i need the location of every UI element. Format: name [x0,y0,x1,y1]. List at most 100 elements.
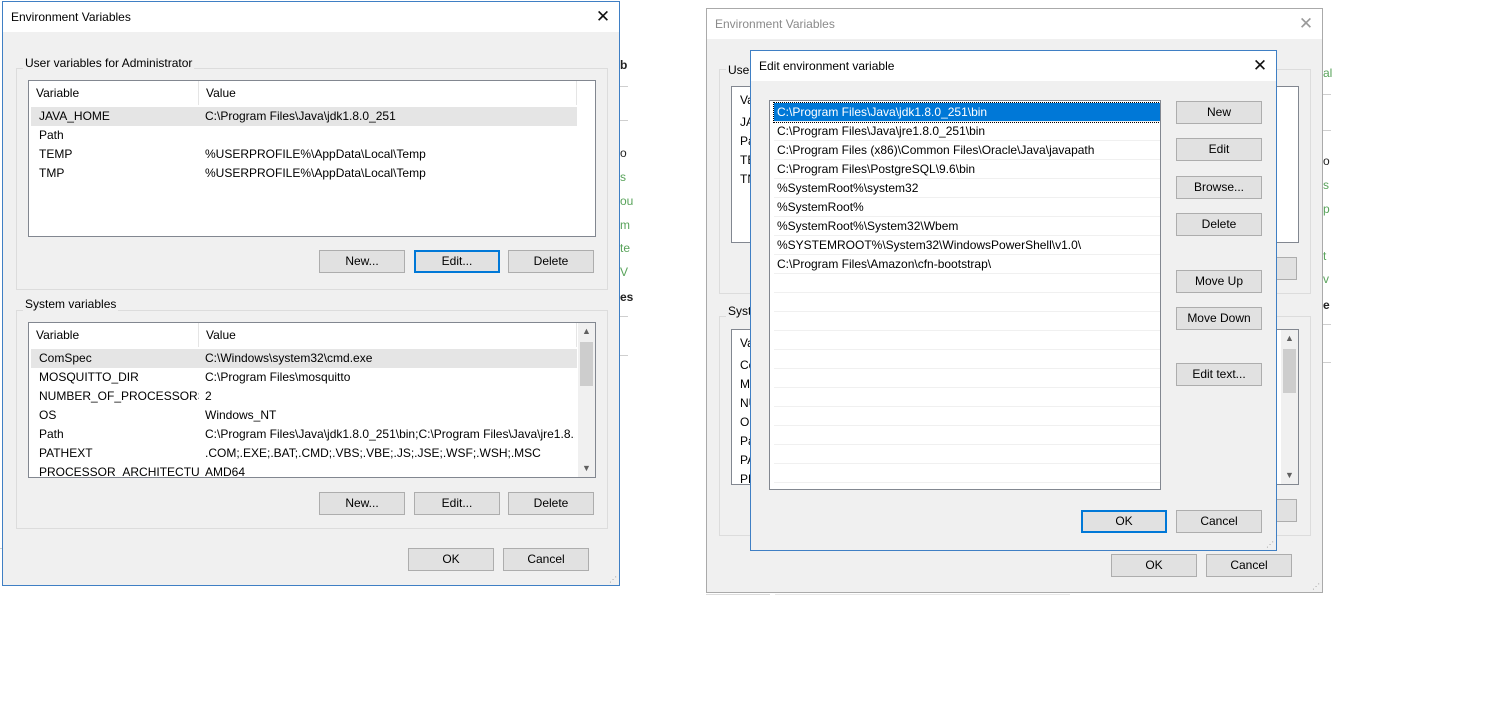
resize-grip-icon[interactable]: ⋰ [1312,582,1320,591]
empty-list-item[interactable] [774,388,1160,407]
bg-text: e [1323,298,1330,312]
close-icon[interactable]: ✕ [587,2,619,32]
column-header-value[interactable]: Value [199,323,577,347]
cancel-button[interactable]: Cancel [503,548,589,571]
path-entries-list[interactable]: C:\Program Files\Java\jdk1.8.0_251\bin C… [769,100,1161,490]
variable-name: JAVA_HOME [39,109,110,123]
list-item[interactable]: C:\Program Files (x86)\Common Files\Orac… [774,141,1160,160]
bg-divider [620,120,628,121]
scroll-up-arrow-icon[interactable]: ▲ [1281,330,1298,347]
scroll-down-arrow-icon[interactable]: ▼ [1281,467,1298,484]
bg-text: es [620,290,634,304]
empty-list-item[interactable] [774,426,1160,445]
cancel-button[interactable]: Cancel [1206,554,1292,577]
user-variables-list[interactable]: Variable Value JAVA_HOME C:\Program File… [28,80,596,237]
variable-value: C:\Program Files\mosquitto [205,370,351,384]
empty-list-item[interactable] [774,445,1160,464]
browse-button[interactable]: Browse... [1176,176,1262,199]
list-item[interactable]: %SystemRoot% [774,198,1160,217]
vertical-scrollbar[interactable]: ▲ ▼ [1281,330,1298,484]
variable-name: NUMBER_OF_PROCESSORS [39,389,199,403]
empty-list-item[interactable] [774,274,1160,293]
column-header-value[interactable]: Value [199,81,577,105]
environment-variables-dialog: Environment Variables ✕ User variables f… [2,1,620,586]
cancel-button[interactable]: Cancel [1176,510,1262,533]
table-row[interactable]: TMP %USERPROFILE%\AppData\Local\Temp [31,164,577,183]
variable-name: PROCESSOR_ARCHITECTURE [39,465,199,478]
edit-text-button[interactable]: Edit text... [1176,363,1262,386]
list-item[interactable]: %SYSTEMROOT%\System32\WindowsPowerShell\… [774,236,1160,255]
system-new-button[interactable]: New... [319,492,405,515]
user-variables-label: User variables for Administrator [23,56,195,70]
ok-button[interactable]: OK [1081,510,1167,533]
empty-list-item[interactable] [774,293,1160,312]
table-row[interactable]: Path [31,126,577,145]
bg-divider [1323,130,1331,131]
scroll-up-arrow-icon[interactable]: ▲ [578,323,595,340]
resize-grip-icon[interactable]: ⋰ [609,575,617,584]
list-item[interactable]: C:\Program Files\Amazon\cfn-bootstrap\ [774,255,1160,274]
variable-value: 2 [205,389,212,403]
table-row[interactable]: JAVA_HOME C:\Program Files\Java\jdk1.8.0… [31,107,577,126]
move-down-button[interactable]: Move Down [1176,307,1262,330]
bg-divider [706,594,770,595]
bg-text: b [620,58,628,72]
user-edit-button[interactable]: Edit... [414,250,500,273]
list-item[interactable]: %SystemRoot%\System32\Wbem [774,217,1160,236]
variable-value: C:\Program Files\Java\jdk1.8.0_251\bin;C… [205,427,575,441]
resize-grip-icon[interactable]: ⋰ [1266,540,1274,549]
empty-list-item[interactable] [774,312,1160,331]
table-row[interactable]: PATHEXT .COM;.EXE;.BAT;.CMD;.VBS;.VBE;.J… [31,444,577,463]
variable-name: TEMP [39,147,73,161]
dialog-title: Environment Variables [715,17,835,31]
empty-list-item[interactable] [774,331,1160,350]
column-header-variable[interactable]: Variable [29,323,199,347]
table-row[interactable]: ComSpec C:\Windows\system32\cmd.exe [31,349,577,368]
scroll-thumb[interactable] [580,342,593,386]
bg-text: p [1323,202,1330,216]
table-row[interactable]: Path C:\Program Files\Java\jdk1.8.0_251\… [31,425,577,444]
column-header-variable[interactable]: Variable [29,81,199,105]
list-header: Variable Value [29,323,595,347]
variable-name: Path [39,128,64,142]
close-icon[interactable]: ✕ [1244,51,1276,81]
bg-divider [620,86,628,87]
variable-name: M [740,377,750,391]
table-row[interactable]: OS Windows_NT [31,406,577,425]
dialog-title: Environment Variables [11,10,131,24]
bg-divider [620,316,628,317]
ok-button[interactable]: OK [408,548,494,571]
variable-value: %USERPROFILE%\AppData\Local\Temp [205,147,426,161]
new-button[interactable]: New [1176,101,1262,124]
ok-button[interactable]: OK [1111,554,1197,577]
variable-name: OS [39,408,57,422]
user-delete-button[interactable]: Delete [508,250,594,273]
table-row[interactable]: NUMBER_OF_PROCESSORS 2 [31,387,577,406]
empty-list-item[interactable] [774,369,1160,388]
table-row[interactable]: PROCESSOR_ARCHITECTURE AMD64 [31,463,577,478]
scroll-down-arrow-icon[interactable]: ▼ [578,460,595,477]
user-new-button[interactable]: New... [319,250,405,273]
bg-text: o [1323,154,1330,168]
system-delete-button[interactable]: Delete [508,492,594,515]
edit-environment-variable-dialog: Edit environment variable ✕ C:\Program F… [750,50,1277,551]
bg-divider [1323,94,1331,95]
list-item[interactable]: C:\Program Files\Java\jre1.8.0_251\bin [774,122,1160,141]
list-item[interactable]: C:\Program Files\PostgreSQL\9.6\bin [774,160,1160,179]
empty-list-item[interactable] [774,350,1160,369]
variable-value: C:\Windows\system32\cmd.exe [205,351,373,365]
vertical-scrollbar[interactable]: ▲ ▼ [578,323,595,477]
table-row[interactable]: TEMP %USERPROFILE%\AppData\Local\Temp [31,145,577,164]
move-up-button[interactable]: Move Up [1176,270,1262,293]
system-variables-list[interactable]: Variable Value ComSpec C:\Windows\system… [28,322,596,478]
table-row[interactable]: MOSQUITTO_DIR C:\Program Files\mosquitto [31,368,577,387]
list-item[interactable]: %SystemRoot%\system32 [774,179,1160,198]
close-icon[interactable]: ✕ [1290,9,1322,39]
scroll-thumb[interactable] [1283,349,1296,393]
edit-button[interactable]: Edit [1176,138,1262,161]
empty-list-item[interactable] [774,464,1160,483]
list-item[interactable]: C:\Program Files\Java\jdk1.8.0_251\bin [773,102,1160,123]
delete-button[interactable]: Delete [1176,213,1262,236]
system-edit-button[interactable]: Edit... [414,492,500,515]
empty-list-item[interactable] [774,407,1160,426]
